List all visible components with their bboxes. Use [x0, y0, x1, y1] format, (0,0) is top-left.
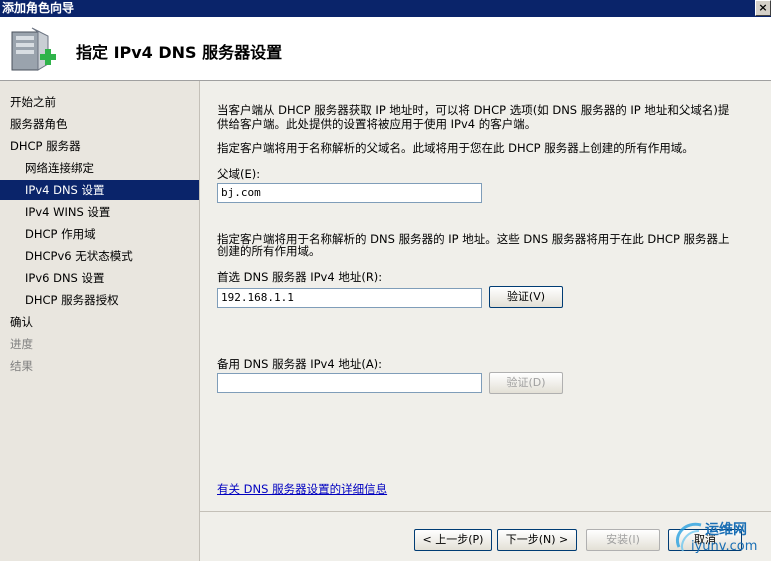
server-add-icon	[11, 27, 56, 71]
nav-item-network-binding[interactable]: 网络连接绑定	[0, 158, 199, 178]
intro-text-line1: 当客户端从 DHCP 服务器获取 IP 地址时，可以将 DHCP 选项(如 DN…	[217, 103, 730, 117]
alternate-dns-field[interactable]	[217, 373, 482, 393]
dns-description-line2: 创建的所有作用域。	[217, 244, 321, 258]
close-icon: ×	[758, 1, 768, 14]
parent-domain-field[interactable]: bj.com	[217, 183, 482, 203]
next-button[interactable]: 下一步(N) >	[497, 529, 577, 551]
install-button: 安装(I)	[586, 529, 660, 551]
close-button[interactable]: ×	[755, 0, 771, 16]
nav-item-confirmation[interactable]: 确认	[0, 312, 199, 332]
alternate-dns-label: 备用 DNS 服务器 IPv4 地址(A):	[217, 357, 383, 371]
wizard-header: 指定 IPv4 DNS 服务器设置	[0, 17, 771, 81]
nav-item-dhcp-authorization[interactable]: DHCP 服务器授权	[0, 290, 199, 310]
nav-item-ipv4-dns[interactable]: IPv4 DNS 设置	[0, 180, 199, 200]
window-title-bar: 添加角色向导 ×	[0, 0, 771, 17]
nav-item-dhcpv6-stateless[interactable]: DHCPv6 无状态模式	[0, 246, 199, 266]
nav-item-progress: 进度	[10, 337, 33, 351]
preferred-dns-label: 首选 DNS 服务器 IPv4 地址(R):	[217, 270, 383, 284]
nav-item-before-you-begin[interactable]: 开始之前	[0, 92, 199, 112]
intro-text-line2: 供给客户端。此处提供的设置将被应用于使用 IPv4 的客户端。	[217, 117, 537, 131]
parent-domain-description: 指定客户端将用于名称解析的父域名。此域将用于您在此 DHCP 服务器上创建的所有…	[217, 141, 694, 155]
back-button[interactable]: < 上一步(P)	[414, 529, 492, 551]
watermark-text-en: iyunv.com	[691, 539, 758, 554]
nav-item-ipv6-dns[interactable]: IPv6 DNS 设置	[0, 268, 199, 288]
validate-preferred-button[interactable]: 验证(V)	[489, 286, 563, 308]
wizard-content: 当客户端从 DHCP 服务器获取 IP 地址时，可以将 DHCP 选项(如 DN…	[200, 81, 771, 511]
more-info-link[interactable]: 有关 DNS 服务器设置的详细信息	[217, 481, 387, 497]
wizard-step-nav: 开始之前 服务器角色 DHCP 服务器 网络连接绑定 IPv4 DNS 设置 I…	[0, 81, 200, 561]
nav-item-dhcp-scopes[interactable]: DHCP 作用域	[0, 224, 199, 244]
validate-alternate-button: 验证(D)	[489, 372, 563, 394]
watermark-logo: 运维网 iyunv.com	[673, 517, 769, 557]
watermark-text-cn: 运维网	[705, 522, 747, 538]
nav-item-dhcp-server[interactable]: DHCP 服务器	[0, 136, 199, 156]
nav-item-ipv4-wins[interactable]: IPv4 WINS 设置	[0, 202, 199, 222]
nav-item-results: 结果	[10, 359, 33, 373]
window-title: 添加角色向导	[2, 1, 75, 15]
parent-domain-label: 父域(E):	[217, 167, 261, 181]
nav-item-server-roles[interactable]: 服务器角色	[0, 114, 199, 134]
page-title: 指定 IPv4 DNS 服务器设置	[76, 43, 283, 62]
preferred-dns-field[interactable]: 192.168.1.1	[217, 288, 482, 308]
